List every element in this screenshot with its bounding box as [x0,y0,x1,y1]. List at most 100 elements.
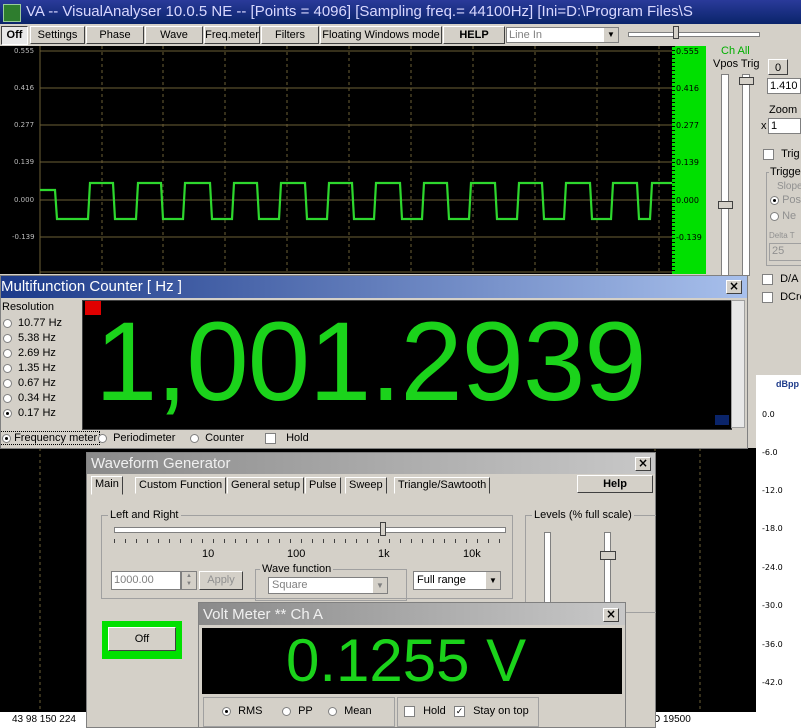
voltmeter-title-bar[interactable]: Volt Meter ** Ch A × [199,603,625,625]
slope-neg-radio[interactable] [770,211,779,221]
tab-general-setup[interactable]: General setup [227,477,305,494]
vpos-slider-thumb[interactable] [718,201,733,209]
resolution-radio[interactable] [3,318,12,328]
resolution-radio[interactable] [3,393,12,403]
mode-rms-radio[interactable] [222,706,231,716]
stay-on-top-label: Stay on top [473,705,529,717]
settings-button[interactable]: Settings [30,26,85,44]
wavegen-title-bar[interactable]: Waveform Generator × [87,453,655,474]
frequency-slider-thumb[interactable] [380,522,386,536]
tab-triangle-sawtooth[interactable]: Triangle/Sawtooth [394,477,491,494]
filters-button[interactable]: Filters [261,26,319,44]
counter-title-bar[interactable]: Multifunction Counter [ Hz ] × [1,276,747,298]
mode-counter-radio[interactable] [190,433,199,443]
range-chevron-icon[interactable]: ▼ [486,572,500,589]
input-select[interactable]: Line In ▼ [506,27,619,43]
mode-mean-radio[interactable] [328,706,337,716]
stay-on-top-row[interactable]: ✓ Stay on top [454,705,529,717]
zoom-field[interactable]: 1 [768,118,801,134]
mode-pp-radio[interactable] [282,706,291,716]
frequency-ticks [114,539,504,543]
right-label-5: -0.139 [676,233,702,242]
delta-label: Delta T [769,231,795,240]
counter-hold-row[interactable]: Hold [265,432,309,444]
wavegen-help-button[interactable]: Help [577,475,653,493]
trig-value-field[interactable]: 1.410 [767,78,801,94]
freq-meter-button[interactable]: Freq.meter [204,26,260,44]
frequency-slider[interactable] [114,522,506,536]
counter-scrollbar[interactable] [731,300,745,428]
levels-group: Levels (% full scale) [525,509,656,614]
trig-checkbox-row[interactable]: Trig [763,148,800,160]
vpos-slider[interactable] [718,74,733,276]
resolution-radio[interactable] [3,378,12,388]
spectrum-label-7: -42.0 [762,678,783,687]
generator-off-button[interactable]: Off [108,627,176,651]
input-select-value: Line In [509,29,543,41]
resolution-option[interactable]: 1.35 Hz [3,361,62,376]
wavegen-close-icon[interactable]: × [635,457,651,471]
mode-rms-row[interactable]: RMS [222,705,263,717]
resolution-radio[interactable] [3,363,12,373]
slope-neg-radio-row[interactable]: Ne [770,210,796,222]
voltmeter-close-icon[interactable]: × [603,608,619,622]
help-button[interactable]: HELP [443,26,505,44]
mode-mean-row[interactable]: Mean [328,705,372,717]
wave-button[interactable]: Wave [145,26,203,44]
counter-hold-checkbox[interactable] [265,432,276,444]
resolution-option[interactable]: 0.34 Hz [3,391,62,406]
mode-frequency-meter-radio[interactable] [2,433,11,443]
off-button[interactable]: Off [1,26,28,45]
spectrum-label-5: -30.0 [762,601,783,610]
delta-field[interactable]: 25 [769,243,801,261]
level-slider[interactable] [628,26,760,39]
main-toolbar: Off Settings Phase Wave Freq.meter Filte… [0,24,801,46]
wave-function-chevron-icon[interactable]: ▼ [373,578,387,593]
trig-slider[interactable] [739,74,754,276]
wave-function-select[interactable]: Square ▼ [268,577,388,594]
voltmeter-hold-checkbox[interactable] [404,705,415,717]
slope-pos-radio-row[interactable]: Pos [770,194,801,206]
chevron-down-icon[interactable]: ▼ [604,28,618,42]
tab-pulse[interactable]: Pulse [305,477,341,494]
voltmeter-hold-row[interactable]: Hold [404,705,446,717]
resolution-option[interactable]: 2.69 Hz [3,346,62,361]
da-checkbox-row[interactable]: D/A [762,273,798,285]
range-select[interactable]: Full range ▼ [413,571,501,590]
tab-main[interactable]: Main [91,476,123,495]
mode-counter-row[interactable]: Counter [190,432,244,444]
mode-periodimeter-radio[interactable] [98,433,107,443]
stay-on-top-checkbox[interactable]: ✓ [454,705,465,717]
level-right-thumb[interactable] [600,551,616,560]
trig-checkbox[interactable] [763,148,774,160]
scale-10k: 10k [463,548,481,560]
counter-close-icon[interactable]: × [726,280,742,294]
zoom-prefix: x [761,120,767,132]
resolution-radio[interactable] [3,348,12,358]
resolution-radio[interactable] [3,333,12,343]
apply-button[interactable]: Apply [199,571,243,590]
resolution-radio[interactable] [3,408,12,418]
dcre-checkbox[interactable] [762,291,773,303]
tab-custom-function[interactable]: Custom Function [135,477,227,494]
mode-pp-row[interactable]: PP [282,705,313,717]
level-slider-thumb[interactable] [673,26,679,39]
dcre-checkbox-row[interactable]: DCre [762,291,801,303]
floating-windows-button[interactable]: Floating Windows mode [320,26,442,44]
mode-frequency-meter-row[interactable]: Frequency meter [0,431,101,445]
resolution-option[interactable]: 0.17 Hz [3,406,62,421]
resolution-option[interactable]: 10.77 Hz [3,316,62,331]
trig-slider-thumb[interactable] [739,77,754,85]
tab-sweep[interactable]: Sweep [345,477,387,494]
frequency-input[interactable]: 1000.00 [111,571,181,590]
counter-blue-indicator [715,415,729,425]
frequency-spinner[interactable]: ▲ ▼ [181,571,197,590]
mode-periodimeter-row[interactable]: Periodimeter [98,432,175,444]
resolution-option-label: 0.67 Hz [18,377,56,389]
slope-pos-radio[interactable] [770,195,779,205]
trig-zero-button[interactable]: 0 [768,59,788,75]
resolution-option[interactable]: 5.38 Hz [3,331,62,346]
da-checkbox[interactable] [762,273,773,285]
phase-button[interactable]: Phase [86,26,144,44]
resolution-option[interactable]: 0.67 Hz [3,376,62,391]
